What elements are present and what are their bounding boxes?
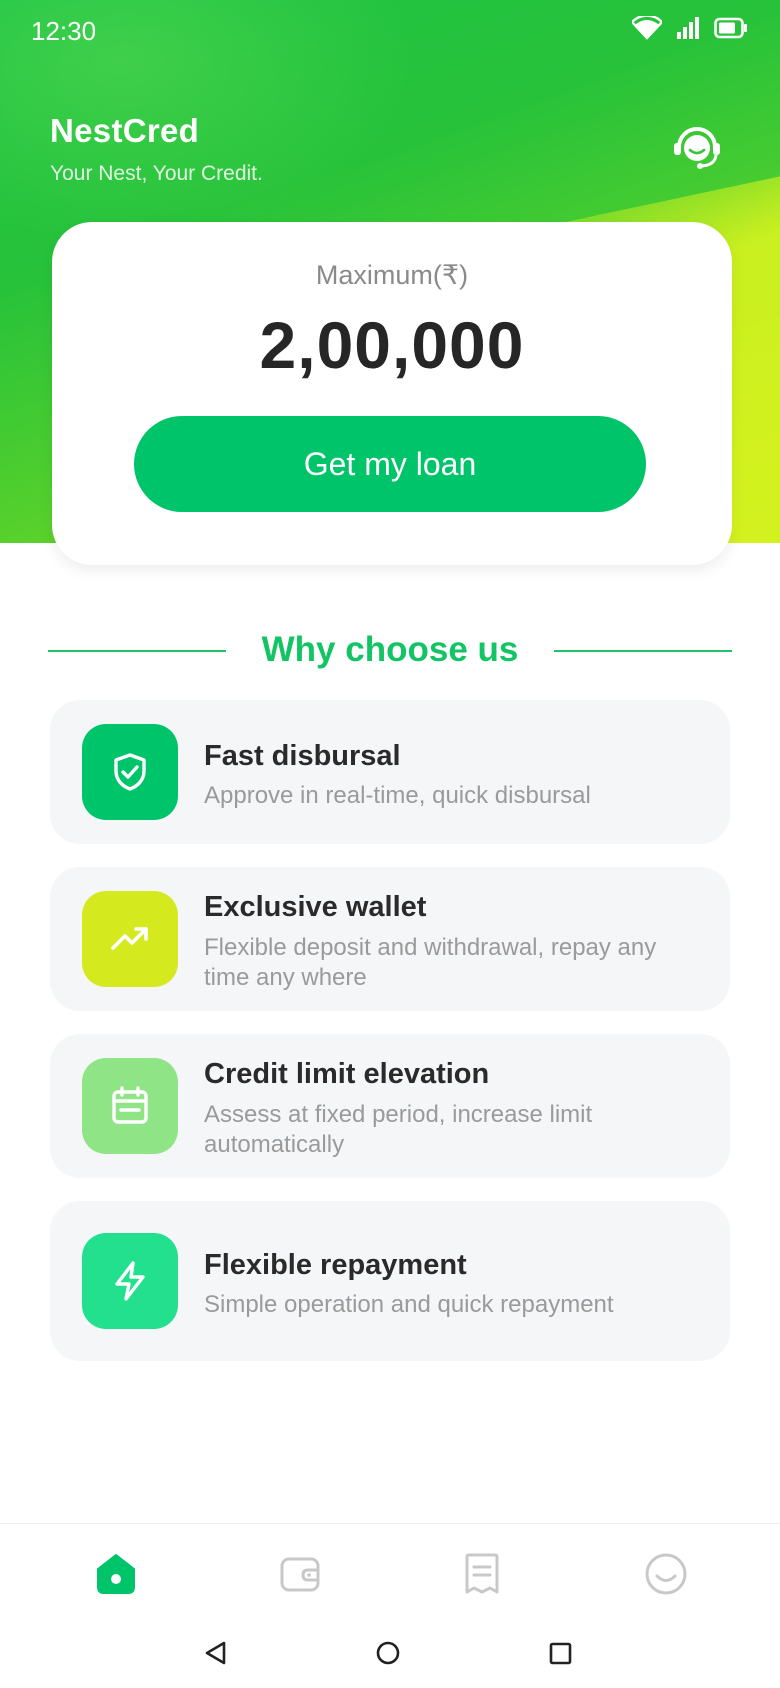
recents-button[interactable]	[540, 1633, 580, 1673]
wifi-icon	[632, 16, 662, 40]
wallet-icon	[280, 1557, 320, 1592]
feature-card-flexible-repayment: Flexible repayment Simple operation and …	[50, 1201, 730, 1361]
feature-card-fast-disbursal: Fast disbursal Approve in real-time, qui…	[50, 700, 730, 844]
home-icon	[97, 1554, 135, 1594]
feature-description: Assess at fixed period, increase limit a…	[204, 1101, 593, 1158]
recents-square-icon	[549, 1642, 572, 1665]
section-header: Why choose us	[48, 626, 732, 676]
max-amount-value: 2,00,000	[259, 308, 525, 382]
feature-description: Simple operation and quick repayment	[204, 1291, 614, 1318]
feature-title: Credit limit elevation	[204, 1058, 490, 1090]
orders-icon	[465, 1553, 499, 1594]
feature-card-exclusive-wallet: Exclusive wallet Flexible deposit and wi…	[50, 867, 730, 1011]
system-navigation-bar	[0, 1623, 780, 1688]
section-divider-right	[554, 650, 732, 652]
back-button[interactable]	[196, 1633, 236, 1673]
brand-block: NestCred Your Nest, Your Credit.	[50, 112, 263, 186]
shield-check-icon	[82, 724, 178, 820]
feature-description: Approve in real-time, quick disbursal	[204, 782, 591, 809]
status-time: 12:30	[31, 16, 97, 46]
signal-icon	[677, 17, 699, 39]
battery-icon	[714, 17, 747, 39]
nav-profile[interactable]	[642, 1550, 690, 1598]
profile-icon	[645, 1553, 687, 1595]
calendar-icon	[82, 1058, 178, 1154]
home-system-button[interactable]	[368, 1633, 408, 1673]
max-amount-label: Maximum(₹)	[315, 260, 469, 290]
brand-name: NestCred	[50, 112, 200, 149]
nav-orders[interactable]	[458, 1550, 506, 1598]
feature-card-credit-limit: Credit limit elevation Assess at fixed p…	[50, 1034, 730, 1178]
customer-support-icon[interactable]	[671, 120, 723, 172]
loan-card: Maximum(₹) 2,00,000 Get my loan	[52, 222, 732, 565]
status-bar: 12:30	[0, 0, 780, 64]
brand-tagline: Your Nest, Your Credit.	[50, 162, 263, 185]
nav-home[interactable]	[92, 1550, 140, 1598]
feature-title: Flexible repayment	[204, 1249, 467, 1281]
nav-wallet[interactable]	[276, 1550, 324, 1598]
feature-title: Fast disbursal	[204, 740, 401, 772]
bottom-navigation	[0, 1523, 780, 1623]
feature-title: Exclusive wallet	[204, 891, 427, 923]
home-circle-icon	[376, 1641, 400, 1665]
trending-up-icon	[82, 891, 178, 987]
feature-description: Flexible deposit and withdrawal, repay a…	[204, 934, 657, 991]
get-loan-button[interactable]: Get my loan	[134, 416, 646, 512]
status-icons	[632, 16, 748, 40]
back-triangle-icon	[205, 1641, 226, 1665]
lightning-icon	[82, 1233, 178, 1329]
